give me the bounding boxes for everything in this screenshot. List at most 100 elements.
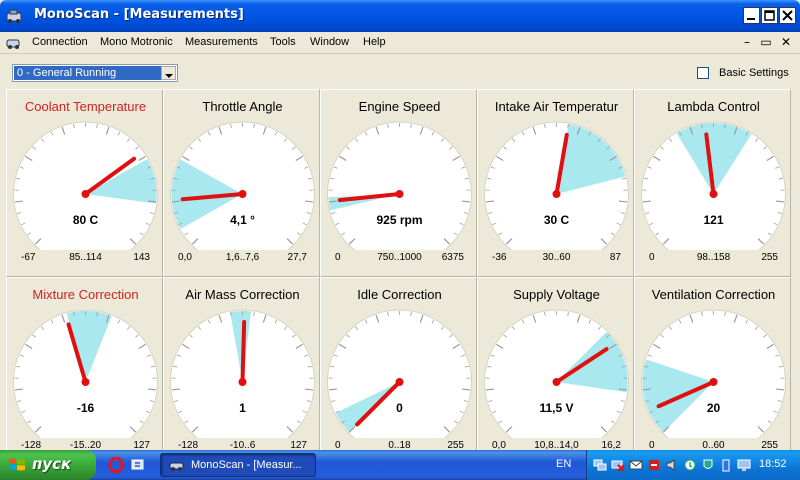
- needle-hub: [238, 378, 247, 386]
- network-icon[interactable]: [593, 458, 607, 472]
- title-bar[interactable]: MonoScan - [Measurements]: [0, 0, 800, 32]
- needle-hub: [709, 190, 718, 198]
- gauge-dial: [641, 121, 786, 250]
- needle-hub: [395, 190, 404, 198]
- volume-icon[interactable]: [665, 458, 679, 472]
- gauge-title: Throttle Angle: [202, 99, 283, 114]
- gauge-dial: [327, 121, 472, 250]
- gauge-value: 925 rpm: [376, 213, 423, 227]
- gauge-title: Engine Speed: [358, 99, 441, 114]
- gauge-mixture-correction: Mixture Correction -16 -128 -15..20 127: [6, 277, 163, 465]
- gauge-air-mass-correction: Air Mass Correction 1 -128 -10..6 127: [163, 277, 320, 465]
- gauge-title: Coolant Temperature: [24, 99, 147, 114]
- taskbar-monoscan-button[interactable]: MonoScan - [Measur...: [160, 453, 316, 477]
- gauge-value: 4,1 °: [230, 213, 255, 227]
- gauge-value: 20: [706, 401, 721, 415]
- dropdown-arrow-icon[interactable]: [161, 66, 176, 80]
- system-tray: 18:52: [586, 450, 800, 480]
- mail-icon[interactable]: [629, 458, 643, 472]
- needle-hub: [81, 378, 90, 386]
- task-item-label: MonoScan - [Measur...: [191, 459, 302, 471]
- gauge-title: Intake Air Temperatur: [494, 99, 619, 114]
- menu-connection[interactable]: Connection: [32, 36, 88, 48]
- clock: 18:52: [759, 458, 787, 470]
- gauge-lambda-control: Lambda Control 121 0 98..158 255: [634, 89, 791, 277]
- battery-icon[interactable]: [719, 458, 733, 472]
- maximize-button[interactable]: [761, 7, 778, 24]
- needle-hub: [709, 378, 718, 386]
- gauge-value: 80 C: [72, 213, 99, 227]
- dial-face: [327, 121, 472, 250]
- document-icon[interactable]: [6, 36, 22, 50]
- gauge-title: Supply Voltage: [513, 287, 600, 302]
- gauge-max-label: 6375: [441, 252, 464, 263]
- menu-measurements[interactable]: Measurements: [185, 36, 258, 48]
- window-title: MonoScan - [Measurements]: [34, 7, 244, 22]
- measurement-group-select[interactable]: 0 - General Running: [12, 64, 178, 82]
- gauge-title: Ventilation Correction: [651, 287, 776, 302]
- menu-help[interactable]: Help: [363, 36, 386, 48]
- gauge-dial: [13, 121, 158, 250]
- gauge-value: 121: [703, 213, 724, 227]
- gauge-title: Air Mass Correction: [185, 287, 300, 302]
- app-icon: [169, 462, 184, 471]
- gauge-max-label: 143: [133, 252, 150, 263]
- menu-tools[interactable]: Tools: [270, 36, 296, 48]
- group-select-value: 0 - General Running: [14, 66, 161, 80]
- needle-hub: [552, 378, 561, 386]
- child-restore-icon[interactable]: ▭: [759, 35, 773, 49]
- antivirus-icon[interactable]: [701, 458, 715, 472]
- menu-window[interactable]: Window: [310, 36, 349, 48]
- needle-hub: [81, 190, 90, 198]
- windows-logo-icon: [9, 458, 25, 471]
- show-desktop-icon[interactable]: [130, 457, 146, 473]
- taskbar: пуск MonoScan - [Measur... EN 18:52: [0, 450, 800, 480]
- gauge-value: 0: [396, 401, 403, 415]
- gauge-ventilation-correction: Ventilation Correction 20 0 0..60 255: [634, 277, 791, 465]
- close-button[interactable]: [779, 7, 796, 24]
- main-window: MonoScan - [Measurements] Connection Mon…: [0, 0, 800, 465]
- minimize-button[interactable]: [743, 7, 760, 24]
- gauge-dial: [641, 309, 786, 438]
- gauge-value: 1: [239, 401, 246, 415]
- gauge-max-label: 255: [761, 252, 778, 263]
- gauge-title: Lambda Control: [667, 99, 760, 114]
- opera-icon[interactable]: [108, 457, 124, 473]
- language-indicator[interactable]: EN: [556, 458, 571, 470]
- gauge-value: 11,5 V: [539, 401, 574, 415]
- gauge-throttle-angle: Throttle Angle 4,1 ° 0,0 1,6..7,6 27,7: [163, 89, 320, 277]
- update-icon[interactable]: [683, 458, 697, 472]
- security-icon[interactable]: [647, 458, 661, 472]
- gauge-max-label: 87: [609, 252, 621, 263]
- gauge-dial: [13, 309, 158, 438]
- gauge-dial: [170, 309, 315, 438]
- child-minimize-icon[interactable]: –: [740, 35, 754, 49]
- gauge-needle: [240, 320, 247, 384]
- gauge-coolant-temperature: Coolant Temperature 80 C -67 85..114 143: [6, 89, 163, 277]
- child-close-icon[interactable]: ✕: [779, 35, 793, 49]
- gauge-dial: [484, 309, 629, 438]
- menu-mono-motronic[interactable]: Mono Motronic: [100, 36, 173, 48]
- needle-hub: [552, 190, 561, 198]
- gauge-dial: [170, 121, 315, 250]
- gauge-grid: Coolant Temperature 80 C -67 85..114 143 Thro…: [6, 89, 794, 465]
- gauge-engine-speed: Engine Speed 925 rpm 0 750..1000 6375: [320, 89, 477, 277]
- menu-bar: Connection Mono Motronic Measurements To…: [0, 32, 800, 54]
- needle-hub: [395, 378, 404, 386]
- gauge-dial: [327, 309, 472, 438]
- gauge-intake-air-temperatur: Intake Air Temperatur 30 C -36 30..60 87: [477, 89, 634, 277]
- minimize-icon: [747, 18, 755, 20]
- gauge-supply-voltage: Supply Voltage 11,5 V 0,0 10,8..14,0 16,2: [477, 277, 634, 465]
- needle-hub: [238, 190, 247, 198]
- network-disconnected-icon[interactable]: [611, 458, 625, 472]
- display-icon[interactable]: [737, 458, 751, 472]
- app-icon: [6, 9, 22, 23]
- gauge-dial: [484, 121, 629, 250]
- gauge-value: -16: [76, 401, 95, 415]
- basic-settings-label: Basic Settings: [719, 67, 789, 79]
- start-button[interactable]: пуск: [0, 450, 96, 480]
- basic-settings-checkbox[interactable]: [697, 67, 709, 79]
- toolbar: 0 - General Running Basic Settings: [0, 55, 800, 89]
- close-icon: [782, 10, 793, 21]
- gauge-value: 30 C: [543, 213, 570, 227]
